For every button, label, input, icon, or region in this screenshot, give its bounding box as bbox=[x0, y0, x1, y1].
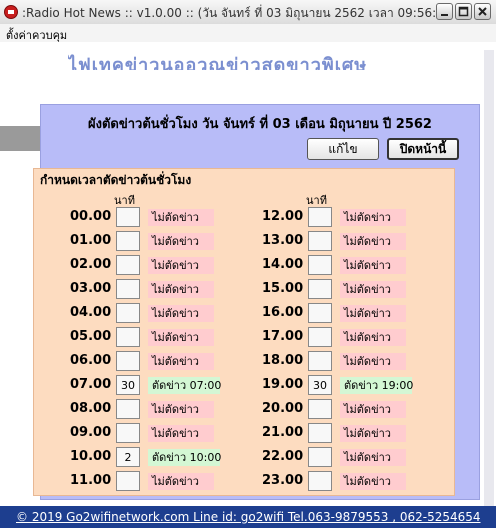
hour-label: 06.00 bbox=[70, 353, 112, 368]
minute-input[interactable] bbox=[116, 231, 140, 251]
minute-input[interactable] bbox=[116, 447, 140, 467]
minute-input[interactable] bbox=[308, 351, 332, 371]
hour-label: 15.00 bbox=[262, 281, 304, 296]
hour-label: 19.00 bbox=[262, 377, 304, 392]
no-cut-status: ไม่ตัดข่าว bbox=[148, 305, 214, 322]
minimize-button[interactable] bbox=[436, 3, 453, 20]
no-cut-status: ไม่ตัดข่าว bbox=[340, 209, 406, 226]
menu-bar: ตั้งค่าควบคุม bbox=[0, 24, 496, 42]
minute-input[interactable] bbox=[116, 423, 140, 443]
no-cut-status: ไม่ตัดข่าว bbox=[340, 305, 406, 322]
hour-label: 04.00 bbox=[70, 305, 112, 320]
minute-input[interactable] bbox=[308, 423, 332, 443]
hour-label: 18.00 bbox=[262, 353, 304, 368]
minute-input[interactable] bbox=[116, 207, 140, 227]
hour-label: 05.00 bbox=[70, 329, 112, 344]
hour-label: 00.00 bbox=[70, 209, 112, 224]
close-page-button[interactable]: ปิดหน้านี้ bbox=[387, 138, 459, 160]
no-cut-status: ไม่ตัดข่าว bbox=[148, 401, 214, 418]
hour-label: 13.00 bbox=[262, 233, 304, 248]
minute-input[interactable] bbox=[116, 303, 140, 323]
hour-label: 16.00 bbox=[262, 305, 304, 320]
no-cut-status: ไม่ตัดข่าว bbox=[148, 257, 214, 274]
minute-input[interactable] bbox=[116, 327, 140, 347]
no-cut-status: ไม่ตัดข่าว bbox=[340, 329, 406, 346]
news-schedule-dialog: ผังตัดข่าวต้นชั่วโมง วัน จันทร์ ที่ 03 เ… bbox=[33, 104, 480, 500]
cut-news-status: ตัดข่าว 10:00 bbox=[148, 449, 221, 466]
main-window-body: ไฟเทคข่าวนออวณข่าวสดขาวพิเศษ ผังตัดข่าวต… bbox=[0, 42, 496, 528]
window-title: :Radio Hot News :: v1.0.00 :: (วัน จันทร… bbox=[22, 6, 460, 20]
close-icon bbox=[478, 7, 487, 16]
minute-input[interactable] bbox=[116, 351, 140, 371]
cut-news-status: ตัดข่าว 07:00 bbox=[148, 377, 221, 394]
dialog-title: ผังตัดข่าวต้นชั่วโมง วัน จันทร์ ที่ 03 เ… bbox=[88, 117, 432, 132]
cut-news-status: ตัดข่าว 19:00 bbox=[340, 377, 413, 394]
hour-label: 21.00 bbox=[262, 425, 304, 440]
background-panel-edge bbox=[484, 50, 494, 510]
no-cut-status: ไม่ตัดข่าว bbox=[340, 449, 406, 466]
minimize-icon bbox=[441, 14, 448, 16]
hour-label: 12.00 bbox=[262, 209, 304, 224]
no-cut-status: ไม่ตัดข่าว bbox=[340, 281, 406, 298]
maximize-icon bbox=[458, 6, 469, 17]
minute-input[interactable] bbox=[308, 255, 332, 275]
no-cut-status: ไม่ตัดข่าว bbox=[148, 233, 214, 250]
title-bar: :Radio Hot News :: v1.0.00 :: (วัน จันทร… bbox=[0, 0, 496, 25]
hour-label: 17.00 bbox=[262, 329, 304, 344]
minute-input[interactable] bbox=[308, 375, 332, 395]
no-cut-status: ไม่ตัดข่าว bbox=[148, 473, 214, 490]
hour-label: 22.00 bbox=[262, 449, 304, 464]
minute-input[interactable] bbox=[308, 327, 332, 347]
hour-label: 02.00 bbox=[70, 257, 112, 272]
close-button[interactable] bbox=[474, 3, 491, 20]
minute-input[interactable] bbox=[308, 399, 332, 419]
minute-input[interactable] bbox=[308, 279, 332, 299]
minute-input[interactable] bbox=[308, 303, 332, 323]
hour-label: 01.00 bbox=[70, 233, 112, 248]
app-icon[interactable] bbox=[4, 5, 18, 19]
minute-input[interactable] bbox=[116, 255, 140, 275]
no-cut-status: ไม่ตัดข่าว bbox=[340, 425, 406, 442]
hour-label: 23.00 bbox=[262, 473, 304, 488]
hour-label: 07.00 bbox=[70, 377, 112, 392]
minute-input[interactable] bbox=[308, 207, 332, 227]
hour-label: 09.00 bbox=[70, 425, 112, 440]
section-title: กำหนดเวลาตัดข่าวต้นชั่วโมง bbox=[40, 173, 192, 187]
hour-label: 14.00 bbox=[262, 257, 304, 272]
no-cut-status: ไม่ตัดข่าว bbox=[148, 329, 214, 346]
background-strip bbox=[0, 126, 40, 151]
maximize-button[interactable] bbox=[455, 3, 472, 20]
no-cut-status: ไม่ตัดข่าว bbox=[340, 233, 406, 250]
no-cut-status: ไม่ตัดข่าว bbox=[148, 353, 214, 370]
minute-input[interactable] bbox=[116, 471, 140, 491]
minute-input[interactable] bbox=[116, 375, 140, 395]
footer: © 2019 Go2wifinetwork.com Line id: go2wi… bbox=[0, 506, 496, 528]
minute-input[interactable] bbox=[308, 447, 332, 467]
hour-label: 11.00 bbox=[70, 473, 112, 488]
minute-input[interactable] bbox=[308, 471, 332, 491]
hour-label: 08.00 bbox=[70, 401, 112, 416]
no-cut-status: ไม่ตัดข่าว bbox=[340, 353, 406, 370]
minute-input[interactable] bbox=[308, 231, 332, 251]
edit-button[interactable]: แก้ไข bbox=[307, 138, 379, 160]
hour-label: 20.00 bbox=[262, 401, 304, 416]
no-cut-status: ไม่ตัดข่าว bbox=[340, 401, 406, 418]
minute-input[interactable] bbox=[116, 399, 140, 419]
hour-label: 10.00 bbox=[70, 449, 112, 464]
no-cut-status: ไม่ตัดข่าว bbox=[148, 425, 214, 442]
schedule-panel: กำหนดเวลาตัดข่าวต้นชั่วโมง นาที นาที 00.… bbox=[33, 168, 455, 496]
no-cut-status: ไม่ตัดข่าว bbox=[148, 281, 214, 298]
background-banner-heading: ไฟเทคข่าวนออวณข่าวสดขาวพิเศษ bbox=[68, 55, 368, 70]
no-cut-status: ไม่ตัดข่าว bbox=[148, 209, 214, 226]
footer-contact-link[interactable]: © 2019 Go2wifinetwork.com Line id: go2wi… bbox=[16, 510, 481, 524]
hour-label: 03.00 bbox=[70, 281, 112, 296]
minute-input[interactable] bbox=[116, 279, 140, 299]
no-cut-status: ไม่ตัดข่าว bbox=[340, 473, 406, 490]
no-cut-status: ไม่ตัดข่าว bbox=[340, 257, 406, 274]
